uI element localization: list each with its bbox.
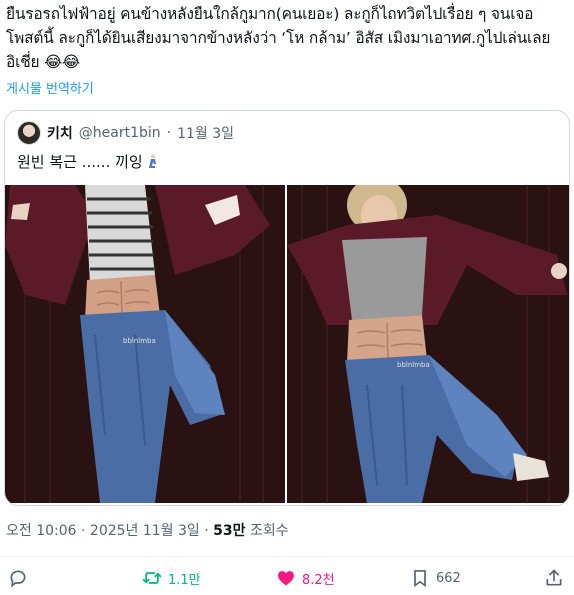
tweet-text: ยืนรอรถไฟฟ้าอยู่ คนข้างหลังยืนใกล้กูมาก(… — [6, 5, 551, 71]
quoted-tweet-text: 원빈 복근 ...... 끼잉 — [17, 153, 143, 171]
views-count: 53만 — [213, 523, 246, 539]
quoted-photo-2[interactable]: bblnlmba — [287, 185, 569, 503]
action-bar: 1.1만 8.2천 662 — [0, 566, 574, 594]
retweet-button[interactable]: 1.1만 — [142, 568, 201, 588]
bookmark-button[interactable]: 662 — [410, 568, 461, 588]
quoted-tweet-text-row: 원빈 복근 ...... 끼잉 — [17, 151, 159, 172]
share-icon — [546, 569, 562, 586]
avatar[interactable] — [17, 121, 41, 145]
bookmark-icon — [414, 570, 426, 588]
tweet-meta: 오전 10:06 · 2025년 11월 3일 · 53만 조회수 — [6, 520, 289, 540]
photo-watermark: bblnlmba — [397, 361, 430, 369]
quoted-photo-1[interactable]: bblnlmba — [5, 185, 285, 503]
retweet-icon — [142, 572, 162, 584]
like-count: 8.2천 — [302, 572, 335, 588]
like-button[interactable]: 8.2천 — [276, 568, 335, 588]
quoted-tweet-header: 키치 @heart1bin · 11월 3일 — [17, 121, 234, 145]
retweet-count: 1.1만 — [168, 572, 201, 588]
divider — [0, 556, 574, 557]
quoted-author-name[interactable]: 키치 — [47, 123, 73, 143]
tweet-timestamp[interactable]: 오전 10:06 · 2025년 11월 3일 · — [6, 523, 213, 539]
reply-icon — [10, 570, 26, 588]
reply-button[interactable] — [8, 568, 28, 588]
separator-dot: · — [166, 125, 172, 141]
quoted-tweet-card[interactable]: 키치 @heart1bin · 11월 3일 원빈 복근 ...... 끼잉 b… — [4, 110, 570, 506]
translate-post-link[interactable]: 게시물 번역하기 — [6, 78, 94, 97]
bookmark-count: 662 — [436, 570, 461, 586]
kneeling-person-icon — [148, 154, 156, 168]
quoted-author-handle[interactable]: @heart1bin — [79, 125, 161, 141]
views-label: 조회수 — [245, 523, 289, 539]
like-icon — [278, 571, 294, 586]
quoted-tweet-date[interactable]: 11월 3일 — [177, 123, 234, 143]
photo-watermark: bblnlmba — [123, 337, 156, 345]
share-button[interactable] — [544, 568, 564, 588]
